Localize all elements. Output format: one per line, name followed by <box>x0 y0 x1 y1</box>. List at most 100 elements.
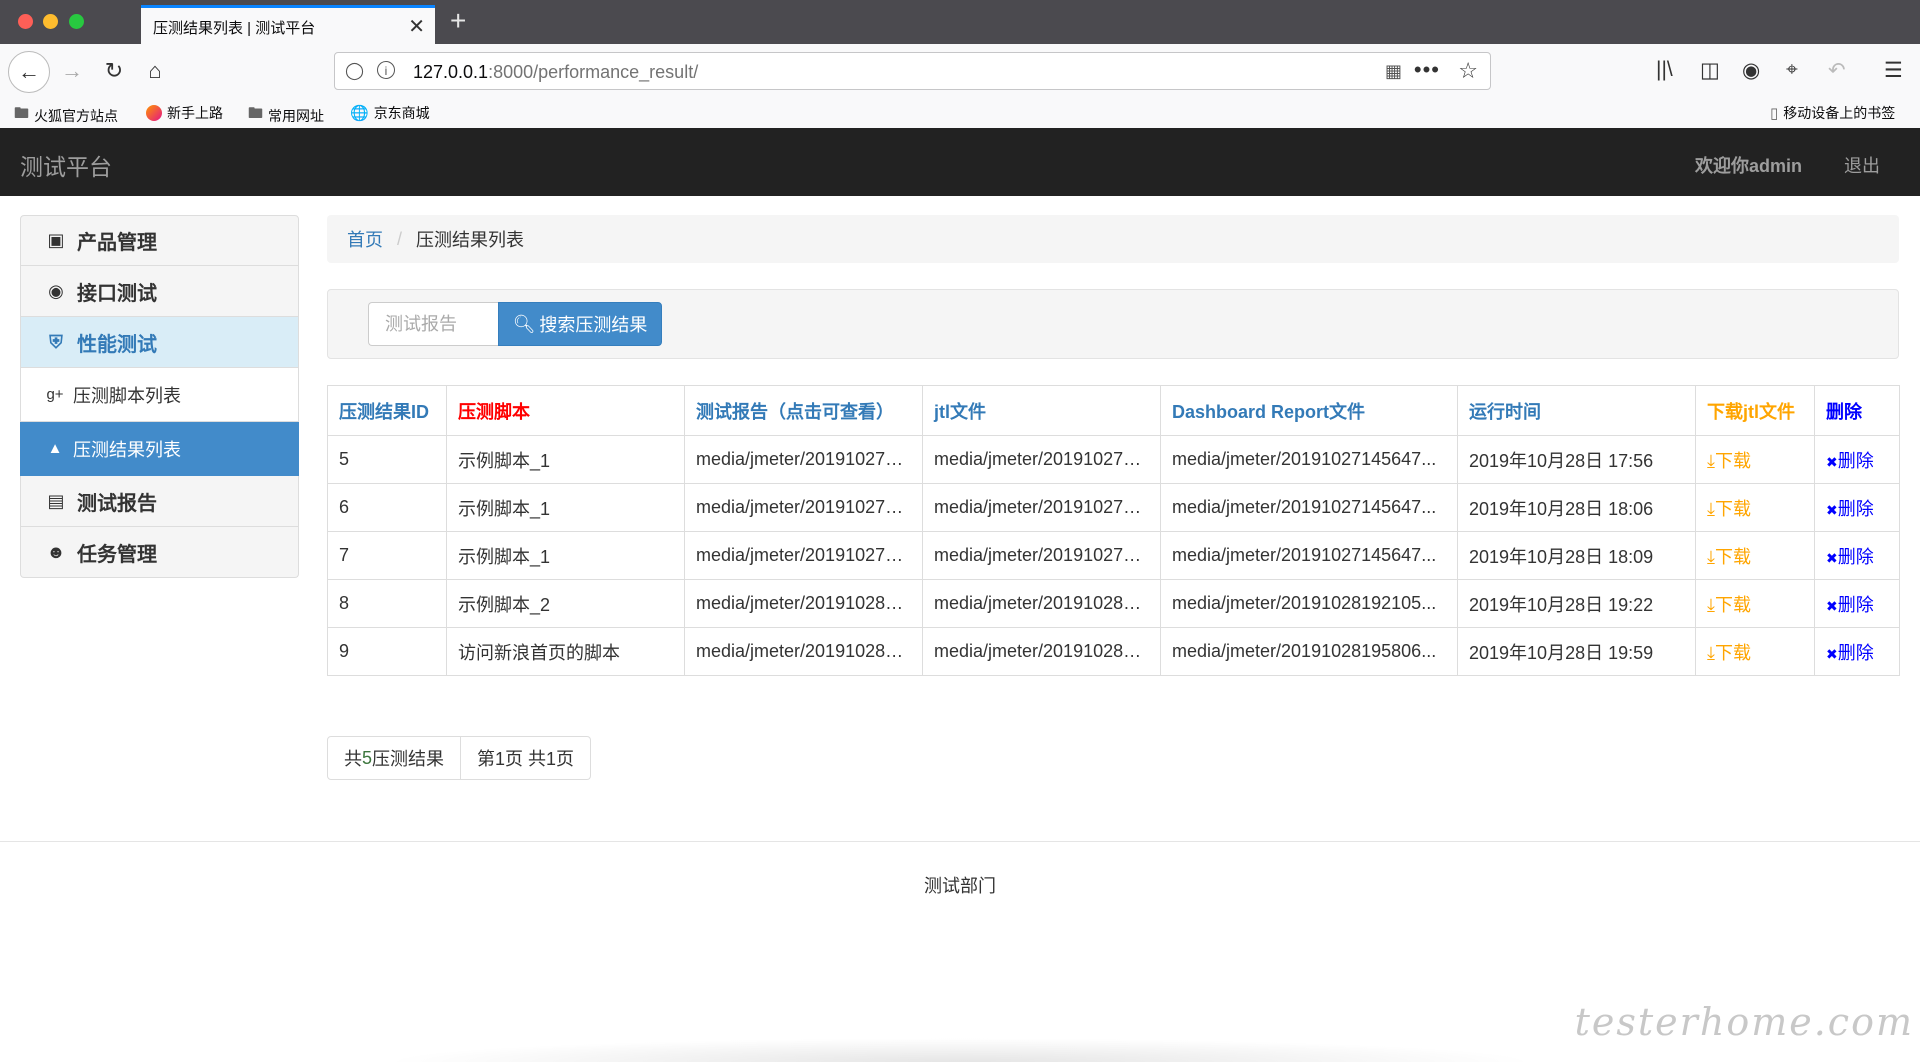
report-link[interactable]: media/jmeter/20191028195806... <box>684 627 923 676</box>
sidebar-item-label: 任务管理 <box>77 543 157 566</box>
delete-cell: ✖删除 <box>1814 531 1900 580</box>
qr-code-icon[interactable]: ▦ <box>1385 61 1402 82</box>
undo-icon[interactable]: ↶ <box>1828 58 1846 83</box>
logout-link[interactable]: 退出 <box>1844 152 1880 178</box>
sidebar-item-report[interactable]: ▤ 测试报告 <box>20 476 299 527</box>
run-time-cell: 2019年10月28日 18:09 <box>1457 531 1696 580</box>
delete-cell: ✖删除 <box>1814 579 1900 628</box>
search-button[interactable]: 🔍︎ 搜索压测结果 <box>498 302 662 346</box>
minimize-window-button[interactable] <box>43 14 58 29</box>
download-link[interactable]: ⤓下载 <box>1707 499 1751 519</box>
back-icon[interactable]: ← <box>8 51 50 93</box>
result-id-cell: 7 <box>327 531 447 580</box>
download-cell: ⤓下载 <box>1695 627 1815 676</box>
bookmark-item[interactable]: 🖿 火狐官方站点 <box>14 103 118 128</box>
breadcrumb: 首页 / 压测结果列表 <box>327 215 1899 263</box>
bookmark-label: 新手上路 <box>167 105 223 121</box>
delete-link[interactable]: ✖删除 <box>1826 499 1874 519</box>
new-tab-button[interactable]: + <box>450 6 466 36</box>
report-link[interactable]: media/jmeter/20191027145647... <box>684 483 923 532</box>
browser-toolbar: ← → ↻ ⌂ ◯ i 127.0.0.1:8000/performance_r… <box>0 44 1920 98</box>
table-header-cell: 测试报告（点击可查看） <box>684 385 923 436</box>
report-link[interactable]: media/jmeter/20191028192105... <box>684 579 923 628</box>
bookmark-label: 火狐官方站点 <box>34 107 119 124</box>
maximize-window-button[interactable] <box>69 14 84 29</box>
result-id-cell: 5 <box>327 435 447 484</box>
screenshot-icon[interactable]: ⌖ <box>1786 58 1798 82</box>
table-header-cell: 下载jtl文件 <box>1695 385 1815 436</box>
dashboard-file-cell: media/jmeter/20191027145647... <box>1160 483 1458 532</box>
mobile-bookmarks[interactable]: ▯ 移动设备上的书签 <box>1770 103 1895 123</box>
delete-icon: ✖ <box>1826 453 1838 470</box>
download-cell: ⤓下载 <box>1695 531 1815 580</box>
download-link[interactable]: ⤓下载 <box>1707 595 1751 615</box>
tab-title: 压测结果列表 | 测试平台 <box>153 20 316 37</box>
pied-piper-icon: ▲ <box>47 440 63 457</box>
search-icon: 🔍︎ <box>512 313 536 334</box>
report-link[interactable]: media/jmeter/20191027145647... <box>684 435 923 484</box>
sidebar-toggle-icon[interactable]: ◫ <box>1700 58 1720 83</box>
folder-icon: 🖿 <box>14 105 30 122</box>
bookmark-item[interactable]: 🌐 京东商城 <box>350 103 430 123</box>
pagination: 共 5 压测结果 第1页 共1页 <box>327 736 592 780</box>
bookmark-item[interactable]: 新手上路 <box>146 103 223 123</box>
site-info-icon[interactable]: i <box>377 61 395 79</box>
delete-link[interactable]: ✖删除 <box>1826 547 1874 567</box>
jtl-file-cell: media/jmeter/20191028195806... <box>922 627 1161 676</box>
download-cell: ⤓下载 <box>1695 435 1815 484</box>
breadcrumb-home-link[interactable]: 首页 <box>347 226 383 252</box>
google-plus-icon: g+ <box>46 386 64 403</box>
download-link[interactable]: ⤓下载 <box>1707 451 1751 471</box>
download-label: 下载 <box>1714 450 1751 471</box>
delete-label: 删除 <box>1837 546 1874 567</box>
menu-icon[interactable]: ☰ <box>1884 58 1903 83</box>
github-square-icon: ▣ <box>47 230 65 250</box>
home-icon[interactable]: ⌂ <box>137 53 173 89</box>
reload-icon[interactable]: ↻ <box>96 53 132 89</box>
run-time-cell: 2019年10月28日 17:56 <box>1457 435 1696 484</box>
browser-titlebar: 压测结果列表 | 测试平台 ✕ + <box>0 0 1920 44</box>
table-header-cell: Dashboard Report文件 <box>1160 385 1458 436</box>
delete-link[interactable]: ✖删除 <box>1826 451 1874 471</box>
delete-cell: ✖删除 <box>1814 483 1900 532</box>
forward-icon[interactable]: → <box>54 53 90 89</box>
browser-tab-active[interactable]: 压测结果列表 | 测试平台 ✕ <box>141 5 435 44</box>
url-host: 127.0.0.1 <box>413 62 489 82</box>
url-bar[interactable]: ◯ i 127.0.0.1:8000/performance_result/ ▦… <box>334 52 1491 90</box>
report-link[interactable]: media/jmeter/20191027145647... <box>684 531 923 580</box>
delete-link[interactable]: ✖删除 <box>1826 643 1874 663</box>
close-window-button[interactable] <box>18 14 33 29</box>
page-actions-icon[interactable]: ••• <box>1414 57 1440 83</box>
close-tab-icon[interactable]: ✕ <box>408 14 425 39</box>
sidebar-item-result-list[interactable]: ▲ 压测结果列表 <box>20 422 299 476</box>
bookmark-item[interactable]: 🖿 常用网址 <box>248 103 324 128</box>
brand-title[interactable]: 测试平台 <box>20 148 112 182</box>
sidebar-item-api-test[interactable]: ◉ 接口测试 <box>20 266 299 317</box>
sidebar-item-task[interactable]: ☻ 任务管理 <box>20 527 299 578</box>
search-input[interactable] <box>368 302 498 346</box>
search-panel: 🔍︎ 搜索压测结果 <box>327 289 1899 359</box>
delete-icon: ✖ <box>1826 549 1838 566</box>
sidebar-item-product[interactable]: ▣ 产品管理 <box>20 215 299 266</box>
delete-icon: ✖ <box>1826 597 1838 614</box>
table-header-cell: 压测脚本 <box>446 385 685 436</box>
delete-link[interactable]: ✖删除 <box>1826 595 1874 615</box>
url-text[interactable]: 127.0.0.1:8000/performance_result/ <box>413 62 698 83</box>
download-link[interactable]: ⤓下载 <box>1707 643 1751 663</box>
account-icon[interactable]: ◉ <box>1742 58 1760 83</box>
welcome-user[interactable]: 欢迎你admin <box>1695 152 1802 178</box>
sidebar-item-script-list[interactable]: g+ 压测脚本列表 <box>20 368 299 422</box>
total-suffix: 压测结果 <box>372 749 445 769</box>
delete-cell: ✖删除 <box>1814 627 1900 676</box>
page-info: 第1页 共1页 <box>461 736 592 780</box>
download-link[interactable]: ⤓下载 <box>1707 547 1751 567</box>
table-header-row: 压测结果ID 压测脚本 测试报告（点击可查看） jtl文件 Dashboard Repo… <box>327 385 1900 436</box>
sidebar-item-label: 压测脚本列表 <box>73 385 181 406</box>
bookmark-star-icon[interactable]: ☆ <box>1458 58 1478 84</box>
run-time-cell: 2019年10月28日 19:22 <box>1457 579 1696 628</box>
jtl-file-cell: media/jmeter/20191027145647... <box>922 435 1161 484</box>
library-icon[interactable]: ||\ <box>1656 58 1673 82</box>
tracking-shield-icon[interactable]: ◯ <box>345 61 364 81</box>
download-icon: ⤓ <box>1707 546 1715 567</box>
sidebar-item-performance[interactable]: ⛨ 性能测试 <box>20 317 299 368</box>
